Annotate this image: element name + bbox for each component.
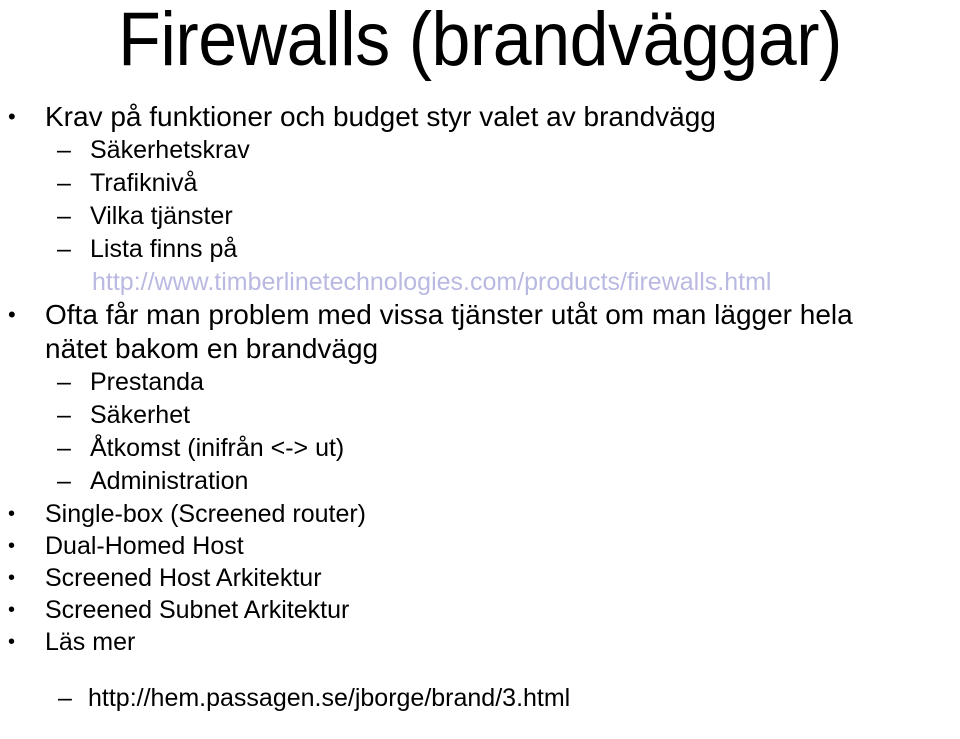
bullet-glyph-level2: – bbox=[57, 169, 71, 197]
bullet-text: Krav på funktioner och budget styr valet… bbox=[45, 101, 716, 132]
bullet-level2-administration: – Administration bbox=[0, 465, 960, 498]
bullet-text: Vilka tjänster bbox=[90, 202, 233, 230]
hyperlink-hem-passagen[interactable]: http://hem.passagen.se/jborge/brand/3.ht… bbox=[88, 682, 960, 715]
bullet-glyph-level2: – bbox=[57, 136, 71, 164]
bullet-glyph-level1: • bbox=[8, 535, 16, 557]
bullet-glyph-level2: – bbox=[57, 202, 71, 230]
bullet-level2-prestanda: – Prestanda bbox=[0, 366, 960, 399]
bullet-text-continued: nätet bakom en brandvägg bbox=[45, 333, 379, 364]
bullet-glyph-level2: – bbox=[57, 368, 71, 396]
bullet-text: Säkerhet bbox=[90, 401, 191, 429]
bullet-level2-atkomst: – Åtkomst (inifrån <-> ut) bbox=[0, 432, 960, 465]
bullet-glyph-level2: – bbox=[57, 235, 71, 263]
bullet-level1-screened-subnet-arkitektur: • Screened Subnet Arkitektur bbox=[0, 594, 960, 626]
bullet-text: Screened Host Arkitektur bbox=[45, 564, 322, 592]
bullet-glyph-level1: • bbox=[8, 302, 16, 327]
bullet-level1-ofta-far-man: • Ofta får man problem med vissa tjänste… bbox=[0, 298, 960, 332]
bullet-level1-ofta-far-man-continuation: nätet bakom en brandvägg bbox=[0, 332, 960, 366]
bullet-glyph-level1: • bbox=[8, 567, 16, 589]
bullet-text: Trafiknivå bbox=[90, 169, 198, 197]
bullet-level2-vilka-tjanster: – Vilka tjänster bbox=[0, 200, 960, 233]
bullet-glyph-level1: • bbox=[8, 104, 16, 129]
bullet-text: Ofta får man problem med vissa tjänster … bbox=[45, 299, 853, 330]
bullet-text: Single-box (Screened router) bbox=[45, 500, 366, 528]
bullet-glyph-level2: – bbox=[58, 684, 72, 712]
bullet-level2-trafikniva: – Trafiknivå bbox=[0, 167, 960, 200]
bullet-glyph-level1: • bbox=[8, 599, 16, 621]
slide-title: Firewalls (brandväggar) bbox=[118, 0, 842, 82]
bullet-glyph-level2: – bbox=[57, 434, 71, 462]
bullet-level1-dual-homed-host: • Dual-Homed Host bbox=[0, 530, 960, 562]
bullet-level2-lista-finns-pa: – Lista finns på bbox=[0, 233, 960, 266]
bullet-text: Administration bbox=[90, 467, 249, 495]
hyperlink-timberlinetechnologies[interactable]: http://www.timberlinetechnologies.com/pr… bbox=[0, 266, 960, 298]
bullet-text: Screened Subnet Arkitektur bbox=[45, 596, 350, 624]
bullet-glyph-level1: • bbox=[8, 503, 16, 525]
bullet-level2-sakerhet: – Säkerhet bbox=[0, 399, 960, 432]
bullet-text: Läs mer bbox=[45, 628, 136, 656]
bullet-text: Lista finns på bbox=[90, 235, 238, 263]
bullet-level2-hem-passagen-link: – http://hem.passagen.se/jborge/brand/3.… bbox=[0, 682, 960, 715]
bullet-glyph-level2: – bbox=[57, 401, 71, 429]
bullet-glyph-level2: – bbox=[57, 467, 71, 495]
slide-body: • Krav på funktioner och budget styr val… bbox=[0, 100, 960, 715]
bullet-level1-las-mer: • Läs mer bbox=[0, 626, 960, 658]
bullet-glyph-level1: • bbox=[8, 631, 16, 653]
bullet-text: Säkerhetskrav bbox=[90, 136, 250, 164]
bullet-level1-krav: • Krav på funktioner och budget styr val… bbox=[0, 100, 960, 134]
bullet-level2-sakerhetskrav: – Säkerhetskrav bbox=[0, 134, 960, 167]
bullet-text: Dual-Homed Host bbox=[45, 532, 244, 560]
bullet-text: Prestanda bbox=[90, 368, 204, 396]
slide-canvas: Firewalls (brandväggar) • Krav på funkti… bbox=[0, 0, 960, 739]
bullet-text: Åtkomst (inifrån <-> ut) bbox=[90, 434, 345, 462]
bullet-level1-single-box: • Single-box (Screened router) bbox=[0, 498, 960, 530]
bullet-level1-screened-host-arkitektur: • Screened Host Arkitektur bbox=[0, 562, 960, 594]
